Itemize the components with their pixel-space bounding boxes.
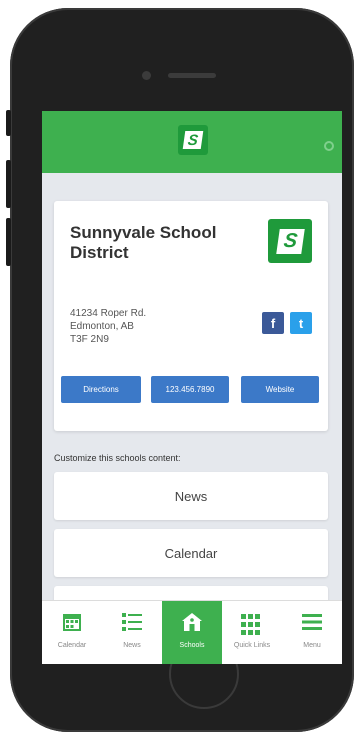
customize-heading: Customize this schools content:: [54, 453, 181, 463]
nav-label-news: News: [123, 642, 141, 649]
school-card: Sunnyvale School District S 41234 Roper …: [54, 201, 328, 431]
nav-item-news[interactable]: News: [102, 601, 162, 664]
school-logo: S: [268, 219, 312, 263]
address-line-2: Edmonton, AB: [70, 321, 134, 332]
school-icon: [181, 611, 203, 633]
search-icon[interactable]: [324, 141, 334, 151]
website-button[interactable]: Website: [241, 376, 319, 403]
volume-down-button: [6, 218, 11, 266]
app-logo[interactable]: S: [178, 125, 208, 155]
school-logo-letter: S: [275, 228, 305, 254]
logo-letter: S: [182, 131, 204, 149]
phone-frame: S Sunnyvale School District S 41234 Rope…: [6, 8, 354, 732]
nav-label-quick-links: Quick Links: [233, 642, 271, 649]
mute-switch: [6, 110, 11, 136]
phone-button[interactable]: 123.456.7890: [151, 376, 229, 403]
top-bar: S: [42, 111, 342, 173]
nav-item-quick-links[interactable]: Quick Links: [222, 601, 282, 664]
grid-icon: [241, 614, 263, 636]
calendar-icon: [61, 611, 83, 633]
calendar-content-button[interactable]: Calendar: [54, 529, 328, 577]
facebook-icon[interactable]: f: [262, 312, 284, 334]
nav-label-schools: Schools: [179, 642, 205, 649]
list-icon: [121, 611, 143, 633]
app-screen: S Sunnyvale School District S 41234 Rope…: [42, 111, 342, 664]
address-line-3: T3F 2N9: [70, 334, 109, 345]
school-name: Sunnyvale School District: [70, 223, 217, 262]
volume-up-button: [6, 160, 11, 208]
earpiece-speaker: [168, 73, 216, 78]
menu-icon: [301, 611, 323, 633]
twitter-icon[interactable]: t: [290, 312, 312, 334]
front-camera: [142, 71, 151, 80]
school-address: 41234 Roper Rd. Edmonton, AB T3F 2N9: [70, 307, 146, 346]
directions-button[interactable]: Directions: [61, 376, 141, 403]
nav-label-calendar: Calendar: [57, 642, 87, 649]
nav-item-schools[interactable]: Schools: [162, 601, 222, 664]
nav-item-calendar[interactable]: Calendar: [42, 601, 102, 664]
nav-item-menu[interactable]: Menu: [282, 601, 342, 664]
nav-label-menu: Menu: [303, 642, 321, 649]
bottom-nav: Calendar News Schools Quick Links Menu: [42, 600, 342, 664]
address-line-1: 41234 Roper Rd.: [70, 308, 147, 319]
news-content-button[interactable]: News: [54, 472, 328, 520]
